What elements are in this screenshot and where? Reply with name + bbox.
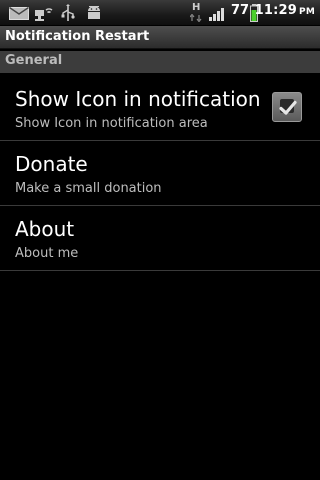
android-debug-icon — [88, 6, 100, 19]
app-title: Notification Restart — [5, 29, 150, 44]
pref-summary: Make a small donation — [15, 181, 162, 196]
pref-about[interactable]: About About me — [0, 206, 320, 271]
pref-title: Show Icon in notification area — [15, 87, 264, 111]
title-bar: Notification Restart — [0, 26, 320, 49]
battery-percent: 77 — [231, 3, 250, 18]
category-label: General — [5, 53, 63, 68]
clock-ampm: PM — [299, 7, 315, 17]
pref-summary: Show Icon in notification area — [15, 116, 208, 131]
h-signal-icon: H — [192, 2, 201, 13]
status-bar: H 77 11:29 PM — [0, 0, 320, 26]
clock: 11:29 PM — [255, 3, 315, 18]
pref-title: About — [15, 217, 75, 241]
signal-bars-icon — [209, 8, 224, 21]
show-icon-checkbox[interactable] — [272, 92, 302, 122]
usb-icon — [61, 4, 75, 21]
category-header: General — [0, 51, 320, 73]
pref-title: Donate — [15, 152, 88, 176]
pref-summary: About me — [15, 246, 79, 261]
data-arrows-icon — [190, 14, 202, 22]
mail-icon — [9, 7, 29, 20]
pref-donate[interactable]: Donate Make a small donation — [0, 141, 320, 206]
checkmark-icon — [279, 100, 297, 115]
pref-show-icon-text: Show Icon in notification area Show Icon… — [0, 76, 264, 140]
clock-time: 11:29 — [254, 3, 298, 18]
network-icon — [35, 8, 53, 21]
